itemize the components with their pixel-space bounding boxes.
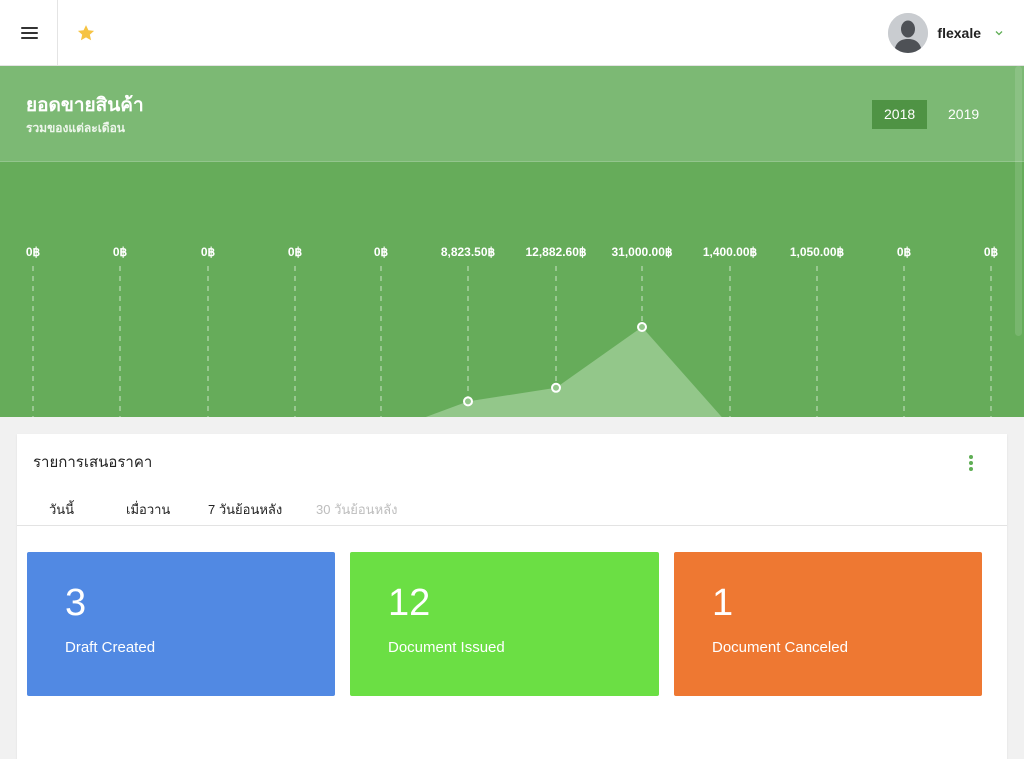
year-button-2019[interactable]: 2019 [936,100,991,129]
value-label: 1,050.00฿ [790,245,845,259]
tab-last-7-days[interactable]: 7 วันย้อนหลัง [208,499,282,520]
data-point [551,382,561,393]
value-label: 1,400.00฿ [703,245,758,259]
stat-value: 3 [65,582,87,624]
sales-chart: 0฿Jan0฿Feb0฿Mar0฿Apr0฿May8,823.50฿Jun12,… [26,245,999,417]
value-label: 0฿ [984,245,999,259]
stat-label: Document Canceled [712,639,848,656]
hamburger-menu-icon-line [21,32,38,34]
sales-subtitle: รวมของแต่ละเดือน [26,121,125,135]
username: flexale [937,25,981,41]
tab-today[interactable]: วันนี้ [49,499,74,520]
hamburger-menu-icon-line [21,37,38,39]
sales-header: ยอดขายสินค้า รวมของแต่ละเดือน 2018 2019 [0,66,1024,162]
more-vert-icon-dot [969,467,973,471]
star-icon [77,25,95,41]
more-menu-button[interactable] [967,454,975,472]
favorite-button[interactable] [76,23,96,43]
more-vert-icon [969,455,973,459]
sales-title: ยอดขายสินค้า [26,95,144,116]
year-button-2018[interactable]: 2018 [872,100,928,129]
menu-button[interactable] [0,0,58,66]
data-point [463,396,473,407]
value-label: 0฿ [897,245,912,259]
stat-value: 1 [712,582,734,624]
tab-yesterday[interactable]: เมื่อวาน [126,499,170,520]
more-vert-icon-dot [969,461,973,465]
sales-chart-panel: ยอดขายสินค้า รวมของแต่ละเดือน 2018 2019 … [0,66,1024,417]
stat-value: 12 [388,582,431,624]
stat-label: Draft Created [65,639,156,656]
user-avatar-icon [888,13,929,53]
stat-card-document-canceled[interactable]: 1 Document Canceled [674,552,982,696]
value-label: 0฿ [201,245,216,259]
value-label: 0฿ [113,245,128,259]
value-label: 8,823.50฿ [441,245,496,259]
tab-last-30-days[interactable]: 30 วันย้อนหลัง [316,499,397,520]
top-bar: flexale [0,0,1024,66]
card-title: รายการเสนอราคา [33,454,153,471]
user-menu[interactable]: flexale [888,13,1004,53]
stat-label: Document Issued [388,639,505,656]
period-tabs: วันนี้ เมื่อวาน 7 วันย้อนหลัง 30 วันย้อน… [17,490,1007,526]
quotation-card: รายการเสนอราคา วันนี้ เมื่อวาน 7 วันย้อน… [17,434,1007,759]
stat-card-document-issued[interactable]: 12 Document Issued [350,552,659,696]
stat-card-draft-created[interactable]: 3 Draft Created [27,552,335,696]
value-label: 0฿ [288,245,303,259]
value-label: 31,000.00฿ [611,245,672,259]
hamburger-menu-icon [21,27,38,29]
data-point [637,322,647,332]
avatar[interactable] [888,13,929,53]
value-label: 12,882.60฿ [525,245,586,259]
value-label: 0฿ [26,245,41,259]
value-label: 0฿ [374,245,389,259]
area-series [425,327,722,417]
chevron-down-icon[interactable] [994,28,1004,38]
